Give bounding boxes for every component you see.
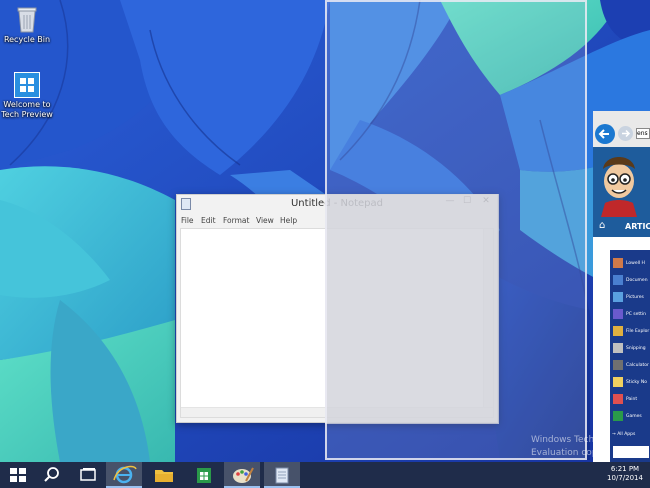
file-explorer-button[interactable]: [146, 462, 182, 488]
start-menu-item-label: Pictures: [626, 295, 644, 300]
home-icon[interactable]: ⌂: [599, 221, 605, 231]
gamepad-icon: [613, 411, 623, 421]
arrow-left-icon: [598, 129, 609, 139]
clock-time: 6:21 PM: [610, 465, 640, 473]
start-menu-item[interactable]: Sticky No: [612, 375, 650, 391]
start-menu-item-label: Snipping: [626, 346, 646, 351]
browser-nav-bar: ens: [593, 111, 650, 147]
internet-explorer-button[interactable]: [106, 462, 142, 488]
evaluation-watermark-line2: Evaluation cop: [531, 448, 598, 458]
start-menu-item[interactable]: Snipping: [612, 341, 650, 357]
start-menu-item[interactable]: Games: [612, 409, 650, 425]
start-button[interactable]: [0, 462, 36, 488]
start-search-box[interactable]: [613, 446, 649, 458]
start-menu-item[interactable]: Lowell H: [612, 256, 650, 272]
start-menu-item-label: PC settin: [626, 312, 647, 317]
site-nav-label[interactable]: ARTIC: [625, 222, 650, 231]
cartoon-avatar-icon: [601, 157, 637, 217]
paint-icon: [233, 467, 254, 483]
start-menu-item-label: Calculator: [626, 363, 649, 368]
menu-help[interactable]: Help: [280, 216, 297, 225]
site-header: [593, 147, 650, 217]
user-icon: [613, 258, 623, 268]
back-button[interactable]: [595, 124, 615, 144]
note-icon: [613, 377, 623, 387]
start-menu-item[interactable]: Documen: [612, 273, 650, 289]
start-menu-item[interactable]: Paint: [612, 392, 650, 408]
forward-button[interactable]: [618, 126, 633, 141]
notepad-button[interactable]: [264, 462, 300, 488]
desktop-icon-label: Welcome to Tech Preview: [1, 100, 53, 119]
menu-format[interactable]: Format: [223, 216, 249, 225]
start-menu-item-label: Paint: [626, 397, 638, 402]
pictures-icon: [613, 292, 623, 302]
scissors-icon: [613, 343, 623, 353]
system-clock[interactable]: 6:21 PM 10/7/2014: [607, 465, 643, 483]
start-menu-item-label: Games: [626, 414, 642, 419]
arrow-right-icon: [622, 129, 631, 138]
folder-icon: [155, 470, 173, 482]
paint-icon: [613, 394, 623, 404]
windows-logo-icon: [14, 72, 40, 98]
calculator-icon: [613, 360, 623, 370]
store-icon: [197, 468, 211, 483]
start-menu-item[interactable]: Calculator: [612, 358, 650, 374]
address-bar[interactable]: ens: [636, 128, 650, 139]
taskbar: [0, 462, 650, 488]
windows-logo-icon: [10, 468, 26, 482]
start-menu-item[interactable]: Pictures: [612, 290, 650, 306]
ie-icon: [113, 465, 137, 484]
start-menu-item-label: Documen: [626, 278, 648, 283]
recycle-bin-icon: [16, 5, 38, 33]
start-menu-item-label: Lowell H: [626, 261, 645, 266]
start-menu-item[interactable]: PC settin: [612, 307, 650, 323]
task-view-icon: [80, 468, 96, 481]
desktop-icon-label: Recycle Bin: [3, 35, 51, 44]
start-menu-panel[interactable]: Lowell H Documen Pictures PC settin File Exp…: [610, 250, 650, 463]
start-menu-item-label: File Explor: [626, 329, 650, 334]
gear-icon: [613, 309, 623, 319]
site-nav-banner: ⌂ ARTIC: [593, 217, 650, 237]
start-menu-item-label: Sticky No: [626, 380, 648, 385]
desktop-icon-welcome-tech-preview[interactable]: Welcome to Tech Preview: [0, 72, 54, 120]
menu-view[interactable]: View: [256, 216, 274, 225]
folder-icon: [613, 326, 623, 336]
all-apps-link[interactable]: → All Apps: [612, 432, 635, 437]
search-button[interactable]: [34, 462, 70, 488]
notepad-icon: [275, 467, 289, 484]
paint-button[interactable]: [224, 462, 260, 488]
task-view-button[interactable]: [70, 462, 106, 488]
store-button[interactable]: [186, 462, 222, 488]
menu-file[interactable]: File: [181, 216, 194, 225]
documents-icon: [613, 275, 623, 285]
search-icon: [44, 467, 59, 482]
desktop-icon-recycle-bin[interactable]: Recycle Bin: [0, 5, 54, 45]
menu-edit[interactable]: Edit: [201, 216, 216, 225]
snap-preview-outline: [325, 0, 587, 460]
desktop: Recycle Bin Welcome to Tech Preview Unti…: [0, 0, 650, 462]
start-menu-item[interactable]: File Explor: [612, 324, 650, 340]
clock-date: 10/7/2014: [607, 474, 643, 482]
evaluation-watermark-line1: Windows Tech: [531, 435, 595, 445]
